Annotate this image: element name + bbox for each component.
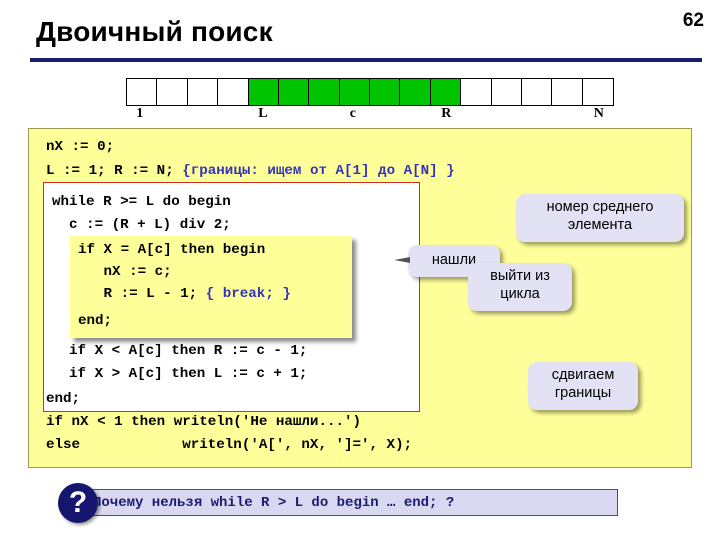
callout-shift-bounds-tail	[526, 389, 546, 400]
array-label-R: R	[441, 106, 452, 121]
array-labels: 1 Lc R N	[126, 106, 614, 126]
callout-shift-bounds-line1: сдвигаем	[551, 367, 615, 383]
array-cell	[583, 79, 613, 105]
question-mark-icon: ?	[58, 483, 98, 523]
code-line-if-less: if X < A[c] then R := c - 1;	[52, 343, 308, 359]
callout-mid-element-tail	[524, 222, 546, 234]
page-number: 62	[682, 10, 704, 31]
callout-mid-element-line2: элемента	[567, 217, 633, 233]
callout-exit-loop-line1: выйти из	[490, 268, 550, 284]
array-cell	[309, 79, 340, 105]
code-line-not-found: if nX < 1 then writeln('Не нашли...')	[46, 414, 362, 430]
code-line-while-end: end;	[46, 391, 81, 407]
code-stmt-break: R := L - 1;	[78, 286, 206, 302]
code-line-if-greater: if X > A[c] then L := c + 1;	[52, 366, 308, 382]
array-label-1: 1	[136, 106, 144, 121]
callout-exit-loop-line2: цикла	[500, 286, 540, 302]
code-line-bounds-init: L := 1; R := N; {границы: ищем от A[1] д…	[46, 161, 455, 182]
array-cell	[157, 79, 188, 105]
array-cell	[127, 79, 158, 105]
callout-shift-bounds: сдвигаем границы	[526, 362, 638, 410]
array-cells	[126, 78, 614, 106]
code-line-break: R := L - 1; { break; }	[78, 284, 291, 305]
array-diagram: 1 Lc R N	[126, 78, 614, 126]
callout-exit-loop: выйти из цикла	[466, 263, 572, 311]
code-line-if-equal: if X = A[c] then begin	[78, 242, 266, 258]
code-line-if-end: end;	[78, 313, 113, 329]
code-line-nx-init: nX := 0;	[46, 139, 115, 155]
code-line-else-print: else writeln('A[', nX, ']=', X);	[46, 437, 413, 453]
code-line-mid: c := (R + L) div 2;	[52, 217, 231, 233]
question-bar: Почему нельзя while R > L do begin … end…	[84, 489, 618, 516]
callout-mid-element-line1: номер среднего	[546, 199, 654, 215]
array-cell	[370, 79, 401, 105]
callout-mid-element: номер среднего элемента	[516, 194, 684, 242]
code-line-set-nx: nX := c;	[78, 264, 172, 280]
question-text: Почему нельзя while R > L do begin … end…	[93, 494, 455, 511]
title-divider	[30, 58, 702, 62]
array-cell	[522, 79, 553, 105]
callout-exit-loop-tail	[466, 291, 486, 302]
code-comment-break: { break; }	[205, 286, 291, 302]
array-cell	[430, 79, 462, 105]
array-cell	[218, 79, 249, 105]
array-label-c: c	[349, 106, 356, 121]
callout-found-tail	[394, 257, 410, 263]
array-cell	[492, 79, 522, 105]
array-cell	[339, 79, 370, 105]
slide-root: Двоичный поиск 62 1 Lc R N nX := 0; L := 1;…	[0, 0, 720, 540]
array-cell	[461, 79, 492, 105]
array-cell	[248, 79, 279, 105]
array-cell	[400, 79, 431, 105]
code-line-while: while R >= L do begin	[52, 194, 231, 210]
code-comment-bounds: {границы: ищем от A[1] до A[N] }	[182, 163, 455, 179]
array-label-N: N	[593, 106, 604, 121]
array-cell	[278, 79, 310, 105]
array-label-L: L	[258, 106, 268, 121]
page-title: Двоичный поиск	[36, 16, 273, 47]
callout-shift-bounds-line2: границы	[554, 385, 612, 401]
array-cell	[188, 79, 219, 105]
code-stmt-bounds: L := 1; R := N;	[46, 163, 183, 179]
array-cell	[552, 79, 583, 105]
